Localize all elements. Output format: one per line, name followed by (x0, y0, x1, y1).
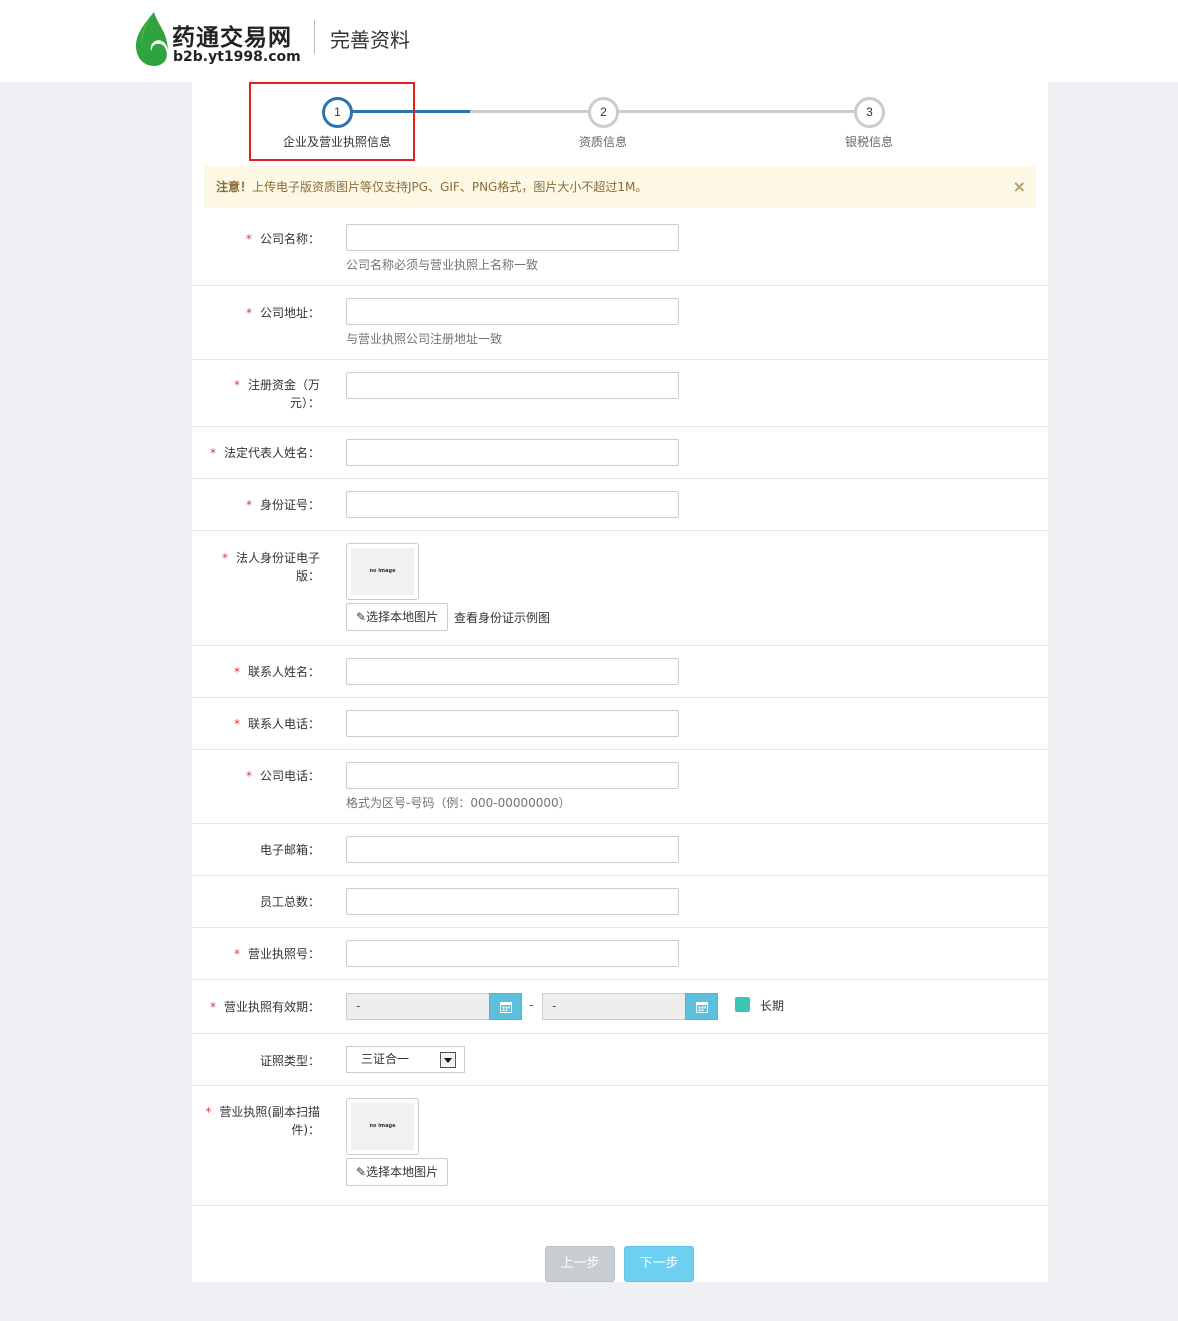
registered-capital-label: * 注册资金（万 元）： (233, 378, 320, 410)
form-row-id-number: * 身份证号： (192, 479, 1048, 531)
validity-start-date-input[interactable]: - (346, 993, 490, 1020)
required-mark: * (209, 446, 216, 460)
email-input[interactable] (346, 836, 679, 863)
form-row-company-phone: * 公司电话： 格式为区号-号码（例：000-00000000） (192, 750, 1048, 824)
view-id-sample-link[interactable]: 查看身份证示例图 (454, 609, 550, 626)
employee-count-input[interactable] (346, 888, 679, 915)
page-title: 完善资料 (330, 28, 410, 52)
active-step-highlight (249, 82, 415, 161)
license-number-label: * 营业执照号： (233, 947, 320, 961)
legal-rep-label: * 法定代表人姓名： (209, 446, 320, 460)
form-row-registered-capital: * 注册资金（万 元）： (192, 360, 1048, 427)
form-row-license-type: 证照类型： 三证合一 (192, 1034, 1048, 1086)
logo-title: 药通交易网 (172, 25, 292, 51)
step-2-circle: 2 (588, 97, 619, 128)
employee-count-label: 员工总数： (259, 895, 320, 909)
top-header: 药通交易网 b2b.yt1998.com 完善资料 (0, 0, 1178, 82)
form-row-license-validity: * 营业执照有效期： - - - 长期 (192, 980, 1048, 1034)
calendar-icon (696, 1002, 708, 1013)
site-logo[interactable]: 药通交易网 b2b.yt1998.com (134, 12, 304, 68)
leaf-logo-icon (136, 12, 168, 66)
required-mark: * (245, 498, 252, 512)
license-number-input[interactable] (346, 940, 679, 967)
alert-strong: 注意！ (216, 180, 253, 194)
validity-start-calendar-button[interactable] (489, 993, 522, 1020)
legal-id-scan-label: * 法人身份证电子 版： (221, 551, 320, 583)
required-mark: * (233, 717, 240, 731)
form-row-contact-phone: * 联系人电话： (192, 698, 1048, 750)
long-term-label: 长期 (760, 999, 785, 1013)
company-phone-label: * 公司电话： (245, 769, 320, 783)
choose-license-image-button[interactable]: ✎选择本地图片 (346, 1158, 449, 1186)
paperclip-icon: ✎ (356, 610, 367, 624)
logo-url: b2b.yt1998.com (173, 49, 301, 65)
id-number-input[interactable] (346, 491, 679, 518)
company-address-help: 与营业执照公司注册地址一致 (346, 332, 503, 346)
required-mark: * (245, 232, 252, 246)
license-type-label: 证照类型： (259, 1054, 320, 1068)
required-mark: * (233, 665, 240, 679)
required-mark: * (245, 769, 252, 783)
step-3-circle: 3 (854, 97, 885, 128)
choose-id-image-button[interactable]: ✎选择本地图片 (346, 603, 449, 631)
form-row-company-address: * 公司地址： 与营业执照公司注册地址一致 (192, 286, 1048, 360)
long-term-checkbox[interactable] (735, 997, 750, 1012)
license-type-select[interactable]: 三证合一 (346, 1046, 465, 1073)
validity-end-date-input[interactable]: - (542, 993, 686, 1020)
license-image-preview: no image (346, 1098, 419, 1155)
required-mark: * (221, 551, 228, 565)
required-mark: * (209, 1000, 216, 1014)
required-mark: * (233, 947, 240, 961)
company-phone-help: 格式为区号-号码（例：000-00000000） (346, 796, 571, 810)
registered-capital-input[interactable] (346, 372, 679, 399)
license-scan-label: * 营业执照(副本扫描 件)： (205, 1105, 320, 1137)
email-label: 电子邮箱： (259, 843, 320, 857)
step-2-label: 资质信息 (578, 135, 628, 149)
date-range-separator: - (529, 998, 534, 1012)
form-row-employee-count: 员工总数： (192, 876, 1048, 928)
no-image-placeholder: no image (351, 1103, 414, 1150)
form-row-license-scan: * 营业执照(副本扫描 件)： no image ✎选择本地图片 (192, 1086, 1048, 1206)
no-image-placeholder: no image (351, 548, 414, 595)
legal-id-image-preview: no image (346, 543, 419, 600)
contact-phone-label: * 联系人电话： (233, 717, 320, 731)
contact-name-input[interactable] (346, 658, 679, 685)
id-number-label: * 身份证号： (245, 498, 320, 512)
company-name-label: * 公司名称： (245, 232, 320, 246)
calendar-icon (500, 1002, 512, 1013)
step-3-label: 银税信息 (844, 135, 894, 149)
prev-step-button[interactable]: 上一步 (545, 1246, 615, 1282)
form-row-company-name: * 公司名称： 公司名称必须与营业执照上名称一致 (192, 212, 1048, 286)
paperclip-icon: ✎ (356, 1165, 367, 1179)
step-progress-pending (470, 110, 869, 113)
required-mark: * (233, 378, 240, 392)
company-address-input[interactable] (346, 298, 679, 325)
form-row-legal-rep: * 法定代表人姓名： (192, 427, 1048, 479)
license-validity-label: * 营业执照有效期： (209, 1000, 320, 1014)
form-row-contact-name: * 联系人姓名： (192, 646, 1048, 698)
close-icon[interactable]: × (1013, 166, 1026, 208)
required-mark: * (245, 306, 252, 320)
required-mark: * (205, 1105, 212, 1119)
alert-text: 上传电子版资质图片等仅支持JPG、GIF、PNG格式，图片大小不超过1M。 (252, 180, 648, 194)
header-divider (314, 20, 315, 54)
validity-end-calendar-button[interactable] (685, 993, 718, 1020)
legal-rep-input[interactable] (346, 439, 679, 466)
form-row-email: 电子邮箱： (192, 824, 1048, 876)
company-name-help: 公司名称必须与营业执照上名称一致 (346, 258, 539, 272)
next-step-button[interactable]: 下一步 (624, 1246, 694, 1282)
form-row-license-number: * 营业执照号： (192, 928, 1048, 980)
contact-phone-input[interactable] (346, 710, 679, 737)
form-card: 1 企业及营业执照信息 2 资质信息 3 银税信息 注意！上传电子版资质图片等仅… (192, 82, 1048, 1282)
company-address-label: * 公司地址： (245, 306, 320, 320)
upload-notice-alert: 注意！上传电子版资质图片等仅支持JPG、GIF、PNG格式，图片大小不超过1M。… (204, 166, 1036, 208)
form-row-legal-id-scan: * 法人身份证电子 版： no image ✎选择本地图片 查看身份证示例图 (192, 531, 1048, 646)
company-name-input[interactable] (346, 224, 679, 251)
license-type-selected: 三证合一 (361, 1052, 410, 1066)
company-phone-input[interactable] (346, 762, 679, 789)
contact-name-label: * 联系人姓名： (233, 665, 320, 679)
chevron-down-icon (440, 1052, 456, 1068)
